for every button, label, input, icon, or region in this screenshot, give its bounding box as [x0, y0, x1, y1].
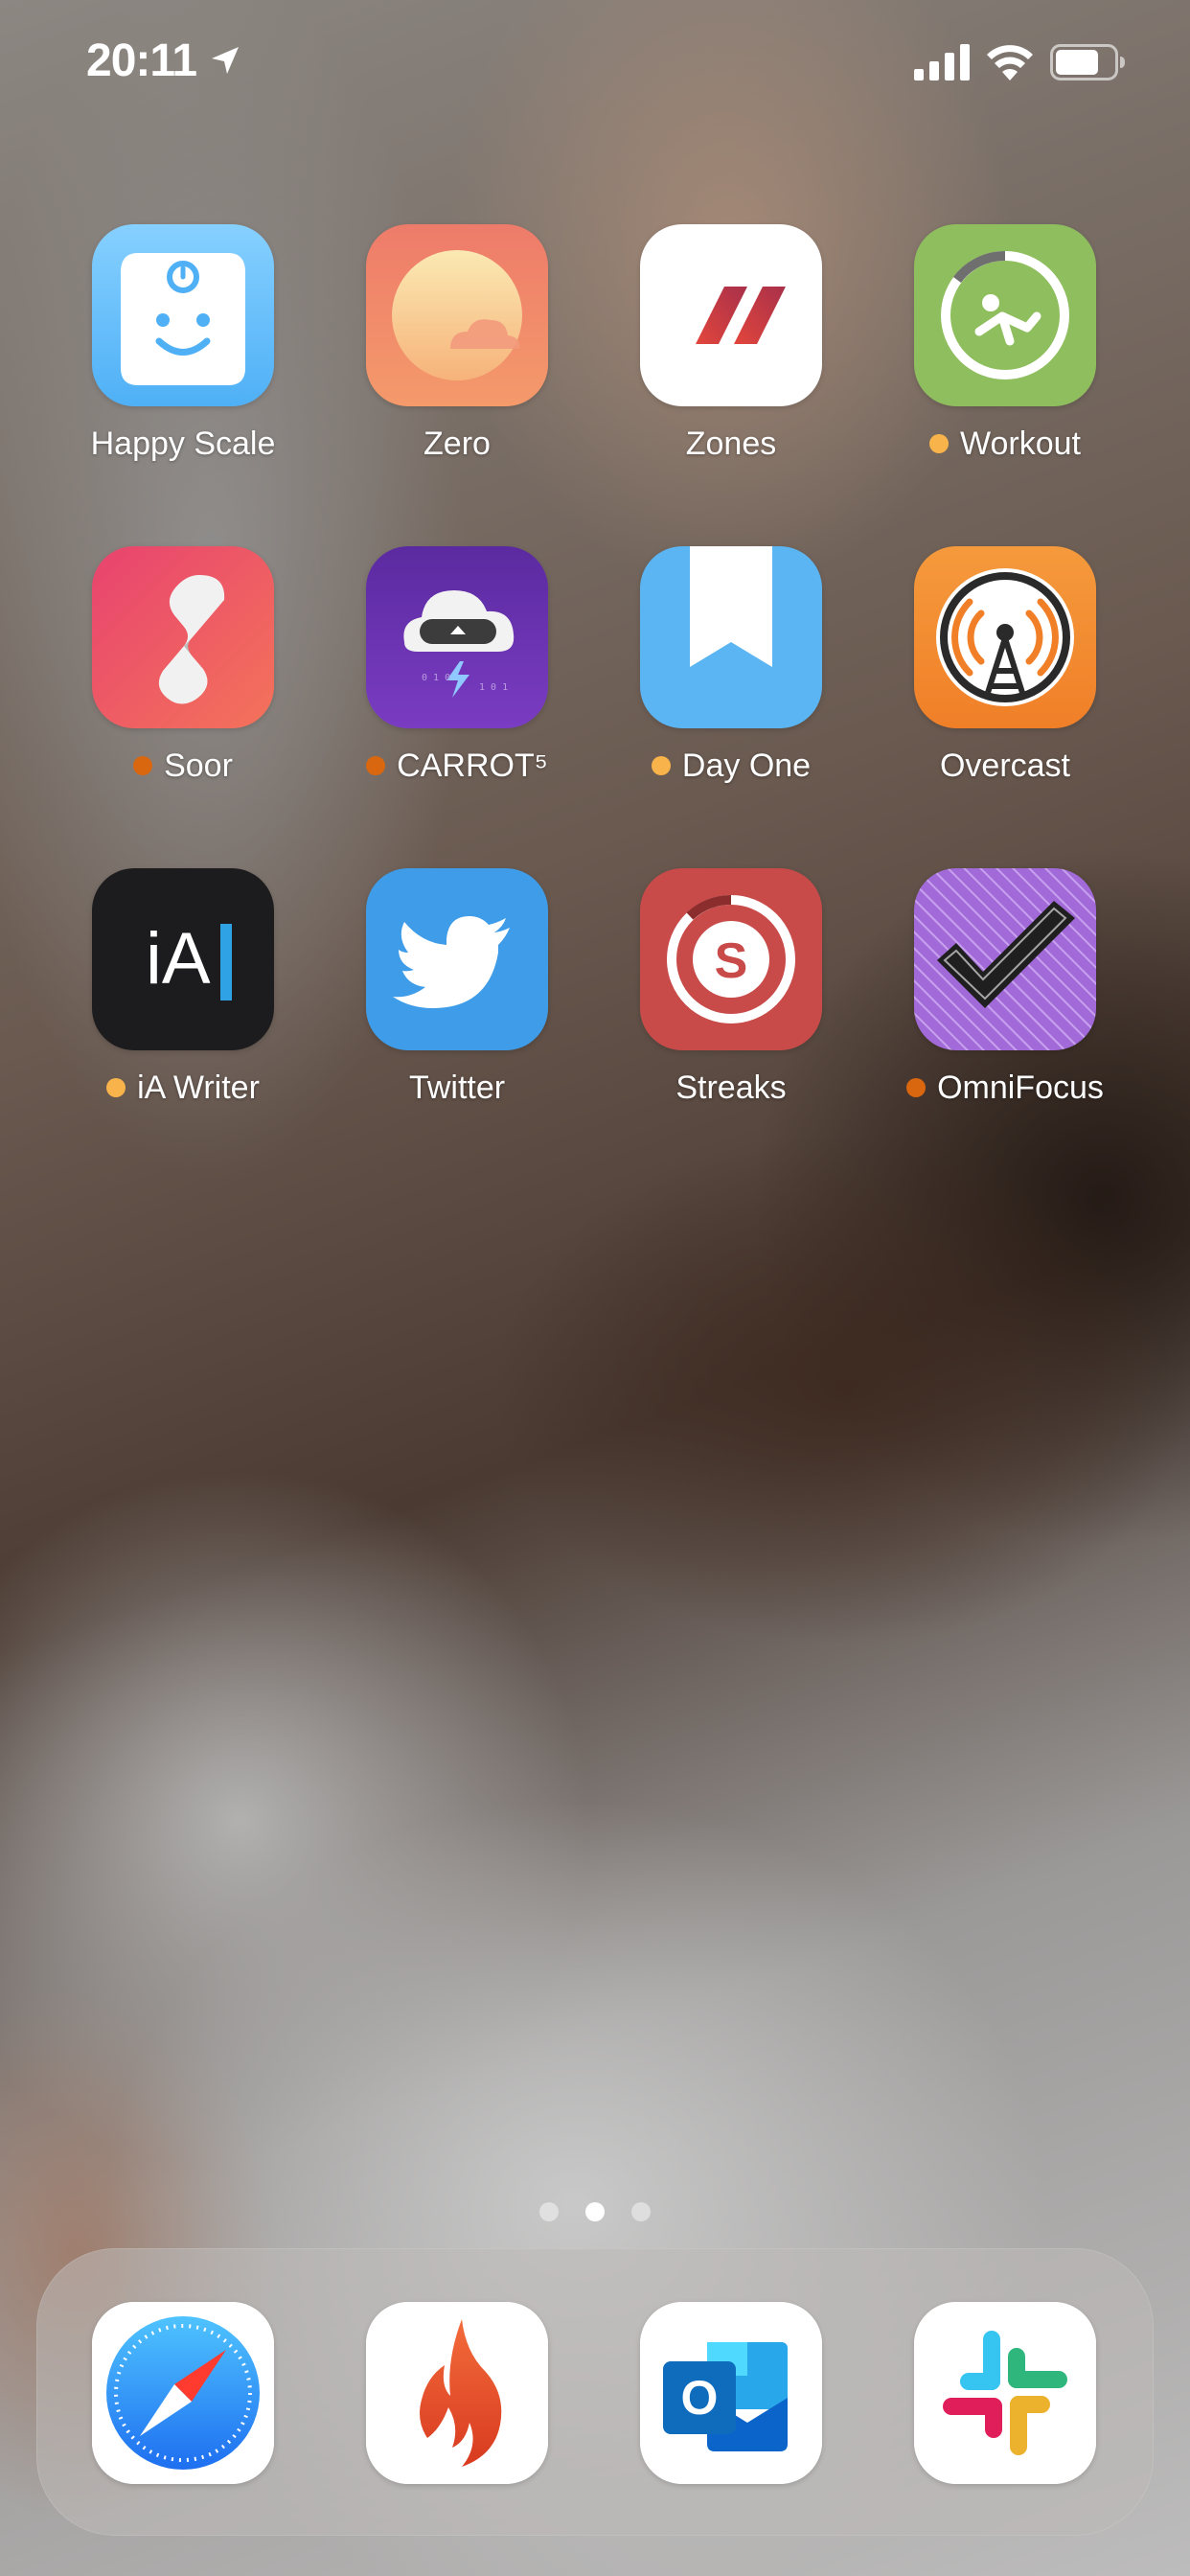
workout-icon — [914, 224, 1096, 406]
zero-icon — [366, 224, 548, 406]
app-label: CARROT⁵ — [397, 747, 548, 784]
dock-app-slack[interactable] — [914, 2302, 1096, 2484]
day-one-icon — [640, 546, 822, 728]
app-label: Twitter — [408, 1069, 506, 1106]
slack-icon — [914, 2302, 1096, 2484]
new-app-dot — [906, 1078, 927, 1097]
codepoint-icon — [366, 2302, 548, 2484]
new-app-dot — [366, 756, 386, 775]
status-bar: 20:11 — [0, 0, 1190, 125]
app-label: Streaks — [675, 1069, 787, 1106]
page-indicator[interactable] — [0, 2202, 1190, 2225]
location-arrow-icon — [212, 47, 239, 74]
app-zones[interactable]: Zones — [594, 224, 868, 483]
app-workout[interactable]: Workout — [868, 224, 1142, 483]
app-overcast[interactable]: Overcast — [868, 546, 1142, 805]
dock-app-outlook[interactable]: O — [640, 2302, 822, 2484]
app-label: Day One — [681, 747, 812, 784]
app-label: iA Writer — [137, 1069, 260, 1106]
safari-icon — [92, 2302, 274, 2484]
battery-icon — [1050, 44, 1125, 80]
new-app-dot — [133, 756, 153, 775]
app-label: Overcast — [939, 747, 1071, 784]
app-label: Soor — [164, 747, 233, 784]
outlook-icon: O — [640, 2302, 822, 2484]
dock-app-codepoint[interactable] — [366, 2302, 548, 2484]
cellular-signal-icon — [914, 44, 970, 80]
app-label: Zones — [685, 425, 777, 462]
app-streaks[interactable]: S Streaks — [594, 868, 868, 1127]
app-soor[interactable]: Soor — [46, 546, 320, 805]
app-omnifocus[interactable]: OmniFocus — [868, 868, 1142, 1127]
app-label: Happy Scale — [90, 425, 276, 462]
page-dot-current[interactable] — [585, 2202, 605, 2221]
streaks-icon: S — [640, 868, 822, 1050]
svg-text:1 0 1: 1 0 1 — [479, 682, 508, 693]
app-day-one[interactable]: Day One — [594, 546, 868, 805]
app-label: OmniFocus — [937, 1069, 1104, 1106]
app-twitter[interactable]: Twitter — [320, 868, 594, 1127]
soor-icon — [92, 546, 274, 728]
ia-writer-glyph: iA — [146, 918, 211, 1000]
app-ia-writer[interactable]: iA iA Writer — [46, 868, 320, 1127]
happy-scale-icon — [92, 224, 274, 406]
twitter-icon — [366, 868, 548, 1050]
app-happy-scale[interactable]: Happy Scale — [46, 224, 320, 483]
dock-app-safari[interactable] — [92, 2302, 274, 2484]
app-label: Workout — [960, 425, 1081, 462]
zones-icon — [640, 224, 822, 406]
app-label: Zero — [423, 425, 491, 462]
new-app-dot — [106, 1078, 126, 1097]
wifi-icon — [987, 45, 1033, 80]
app-carrot-weather[interactable]: 0 1 0 1 0 1 CARROT⁵ — [320, 546, 594, 805]
streaks-glyph: S — [715, 933, 748, 989]
new-app-dot — [929, 434, 949, 453]
page-dot[interactable] — [631, 2202, 651, 2221]
carrot-weather-icon: 0 1 0 1 0 1 — [366, 546, 548, 728]
dock: O — [36, 2248, 1154, 2536]
svg-text:0 1 0: 0 1 0 — [422, 673, 450, 683]
omnifocus-icon — [914, 868, 1096, 1050]
outlook-glyph: O — [681, 2371, 719, 2425]
app-zero[interactable]: Zero — [320, 224, 594, 483]
ia-writer-icon: iA — [92, 868, 274, 1050]
new-app-dot — [651, 756, 671, 775]
status-time: 20:11 — [86, 35, 197, 86]
page-dot[interactable] — [539, 2202, 559, 2221]
overcast-icon — [914, 546, 1096, 728]
